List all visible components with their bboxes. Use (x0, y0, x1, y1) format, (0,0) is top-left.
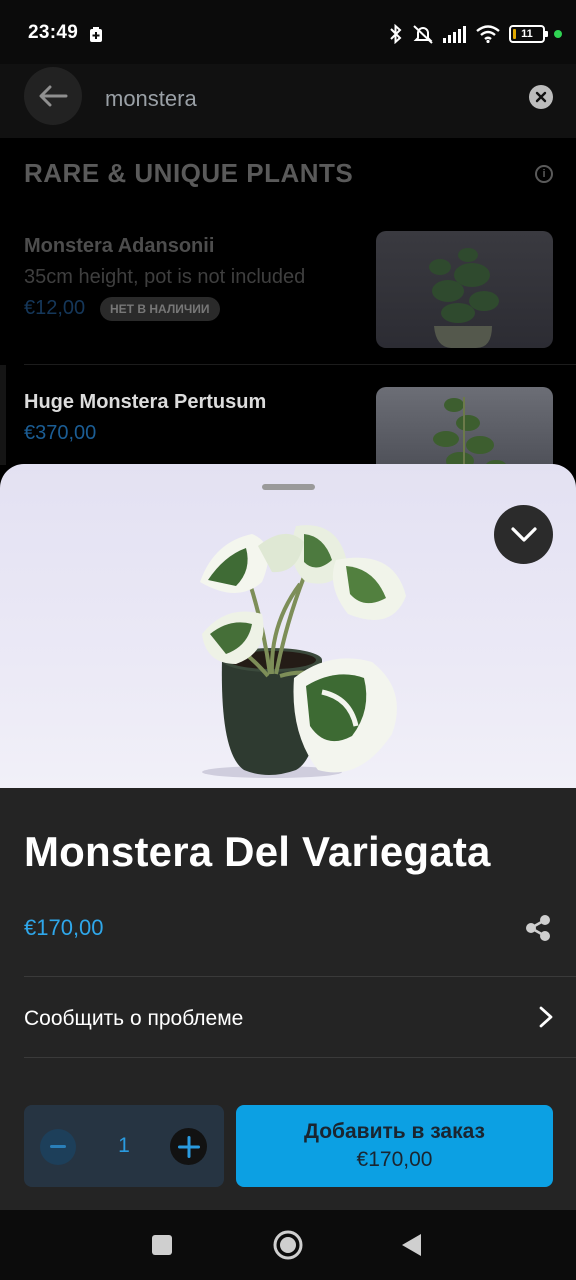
product-name[interactable]: Monstera Adansonii (24, 235, 214, 258)
drag-handle[interactable] (262, 484, 315, 490)
share-icon[interactable] (524, 914, 552, 942)
collapse-sheet-button[interactable] (494, 505, 553, 564)
chevron-down-icon (510, 526, 537, 542)
system-nav-bar (0, 1210, 576, 1280)
product-price: €370,00 (24, 422, 97, 444)
add-to-order-label: Добавить в заказ (303, 1120, 485, 1143)
dot-indicator (554, 30, 562, 38)
bluetooth-icon (390, 24, 402, 44)
add-to-order-button[interactable]: Добавить в заказ €170,00 (236, 1105, 553, 1187)
back-button[interactable] (24, 67, 82, 125)
product-bottom-sheet: Monstera Del Variegata €170,00 Сообщить … (0, 464, 576, 1210)
increase-quantity-button[interactable] (170, 1128, 207, 1165)
back-nav-icon[interactable] (400, 1233, 422, 1257)
close-icon (535, 91, 547, 103)
product-price: €12,00 (24, 297, 86, 319)
signal-icon (443, 26, 466, 43)
plus-icon (177, 1135, 200, 1158)
report-problem-label: Сообщить о проблеме (24, 1007, 244, 1030)
info-icon[interactable]: i (535, 165, 553, 183)
recents-icon[interactable] (151, 1234, 173, 1256)
status-icons: 11 (389, 22, 562, 46)
quantity-value: 1 (118, 1134, 130, 1157)
decrease-quantity-button[interactable] (40, 1129, 76, 1165)
search-bar (0, 64, 576, 138)
search-input[interactable]: monstera (105, 86, 197, 112)
chevron-right-icon (539, 1006, 553, 1028)
product-image[interactable] (376, 231, 553, 348)
product-description: 35cm height, pot is not included (24, 266, 306, 288)
out-of-stock-badge: НЕТ В НАЛИЧИИ (100, 297, 220, 321)
arrow-left-icon (39, 85, 68, 107)
battery-level: 11 (521, 28, 533, 40)
product-name[interactable]: Huge Monstera Pertusum (24, 391, 266, 414)
plant-image (200, 525, 406, 778)
product-hero-image (0, 464, 576, 788)
home-icon[interactable] (272, 1229, 304, 1261)
status-time: 23:49 (28, 22, 79, 43)
clear-search-button[interactable] (529, 85, 553, 109)
product-title: Monstera Del Variegata (24, 828, 491, 875)
minus-icon (50, 1145, 66, 1148)
divider (24, 1057, 576, 1058)
battery-icon: 11 (509, 25, 548, 43)
list-divider (24, 364, 576, 365)
scroll-indicator (0, 365, 6, 465)
add-to-order-price: €170,00 (356, 1148, 433, 1171)
product-price: €170,00 (24, 915, 104, 940)
section-title: RARE & UNIQUE PLANTS (24, 158, 354, 188)
plant-image (429, 248, 499, 348)
wifi-icon (476, 25, 500, 43)
sim-save-icon (90, 27, 102, 42)
bell-off-icon (413, 25, 433, 44)
